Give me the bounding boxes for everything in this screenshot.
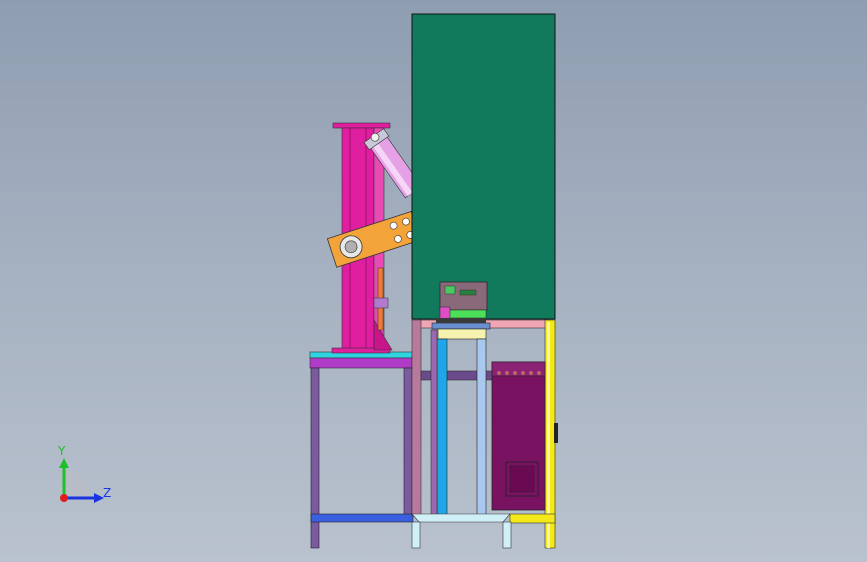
light-leg — [476, 338, 487, 517]
left-work-table — [309, 351, 414, 549]
table-leg-right — [403, 367, 413, 519]
rod-clamp — [373, 297, 389, 309]
stand-base-leg-right — [502, 521, 512, 549]
stand-top-face — [437, 328, 487, 340]
table-bottom-rail — [310, 513, 414, 523]
cad-viewport[interactable]: Y Z — [0, 0, 867, 562]
coordinate-triad: Y Z — [57, 444, 111, 503]
stand-base — [411, 513, 511, 523]
y-axis-arrow-icon — [59, 458, 69, 468]
table-top-magenta — [309, 357, 413, 369]
stand-top — [431, 322, 491, 330]
bottom-rail-yellow — [509, 513, 556, 524]
small-mechanism — [436, 281, 488, 323]
stand-base-leg-left — [411, 521, 421, 549]
x-axis-origin-icon — [60, 494, 68, 502]
control-box — [491, 361, 546, 511]
frame-leg-left — [411, 319, 422, 517]
triad-arc — [64, 470, 92, 498]
green-cabinet — [411, 13, 556, 320]
column-cap-top — [332, 122, 391, 129]
cyan-leg — [436, 338, 448, 517]
side-handle — [554, 423, 558, 443]
z-axis-label: Z — [103, 486, 111, 500]
y-axis-label: Y — [57, 444, 66, 458]
mid-post — [430, 329, 438, 517]
